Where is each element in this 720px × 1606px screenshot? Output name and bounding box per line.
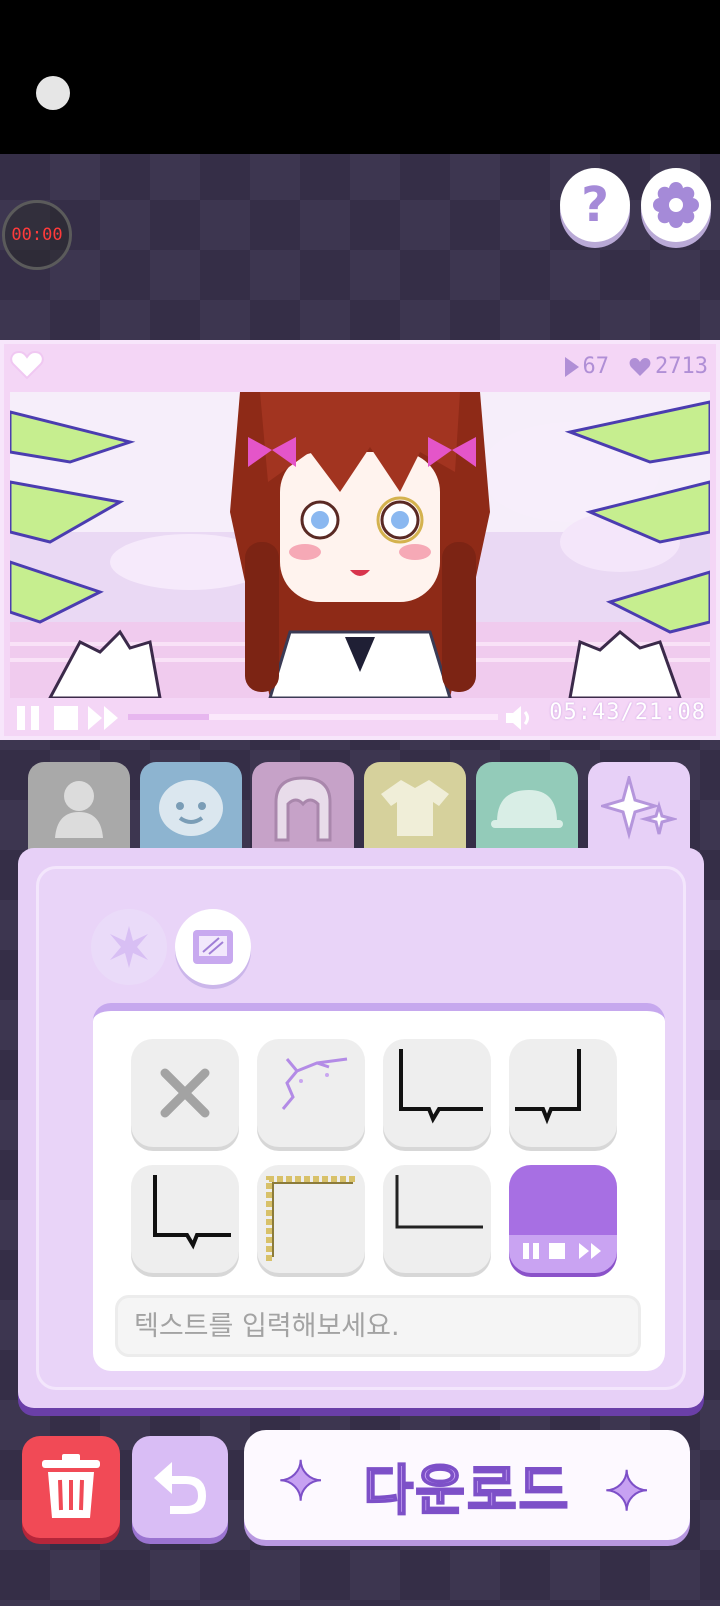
undo-button[interactable] (132, 1436, 228, 1538)
tab-hair[interactable] (252, 762, 354, 854)
simple-frame-icon (395, 1175, 483, 1229)
heart-outline-icon[interactable] (10, 350, 44, 380)
settings-button[interactable] (641, 168, 711, 242)
subtab-effect[interactable] (91, 909, 167, 985)
question-mark-icon: ? (581, 177, 609, 233)
fast-forward-icon[interactable] (88, 704, 120, 732)
effects-panel (18, 848, 704, 1408)
person-silhouette-icon (55, 781, 103, 838)
tab-effects[interactable] (588, 762, 690, 854)
character-illustration (10, 392, 710, 698)
shirt-icon (381, 780, 449, 836)
play-icon (564, 356, 579, 377)
frame-options-card (93, 1003, 665, 1371)
tab-face[interactable] (140, 762, 242, 854)
views-count: 67 (582, 354, 610, 379)
volume-icon[interactable] (504, 704, 534, 732)
option-gold-frame[interactable] (257, 1165, 365, 1273)
playback-time: 05:43/21:08 (549, 700, 706, 725)
status-bar (0, 0, 720, 154)
option-speech-bubble-left[interactable] (383, 1039, 491, 1147)
pause-icon[interactable] (14, 704, 42, 732)
character-preview (10, 392, 710, 698)
tab-clothes[interactable] (364, 762, 466, 854)
text-input[interactable] (115, 1295, 641, 1357)
subtab-frame[interactable] (175, 909, 251, 985)
likes-stat: 2713 (629, 354, 708, 379)
option-none[interactable] (131, 1039, 239, 1147)
tab-body[interactable] (28, 762, 130, 854)
speech-bubble-icon (399, 1049, 483, 1124)
video-preview: 67 2713 05:43/21:08 (0, 340, 720, 740)
sparkle-icon: ✦ (603, 1459, 652, 1524)
effect-star-icon (110, 926, 148, 968)
option-simple-frame[interactable] (383, 1165, 491, 1273)
face-icon (159, 780, 223, 836)
player-frame-icon (509, 1235, 617, 1273)
preview-stats: 67 2713 (564, 354, 708, 379)
effects-panel-inner (36, 866, 686, 1390)
undo-icon (154, 1462, 206, 1514)
hat-icon (491, 790, 563, 828)
trash-icon (42, 1454, 100, 1518)
playback-bar: 05:43/21:08 (4, 698, 716, 738)
gold-frame-icon (266, 1176, 357, 1261)
option-crack-frame[interactable] (257, 1039, 365, 1147)
close-icon (160, 1068, 210, 1118)
stop-icon[interactable] (52, 704, 80, 732)
option-speech-bubble-right[interactable] (509, 1039, 617, 1147)
record-timer-text: 00:00 (11, 225, 63, 245)
crack-frame-icon (281, 1057, 348, 1110)
frame-icon (193, 930, 233, 964)
progress-fill (128, 714, 209, 720)
option-player-frame[interactable] (509, 1165, 617, 1273)
record-timer[interactable]: 00:00 (2, 200, 72, 270)
download-label: 다운로드 (363, 1458, 571, 1523)
heart-icon (629, 357, 651, 376)
speech-bubble-icon (515, 1049, 581, 1125)
gear-icon (653, 182, 699, 228)
progress-track[interactable] (128, 710, 498, 724)
speech-bubble-icon (153, 1175, 231, 1250)
hair-icon (274, 776, 332, 842)
help-button[interactable]: ? (560, 168, 630, 242)
likes-count: 2713 (655, 354, 708, 379)
preview-header: 67 2713 (4, 344, 716, 392)
tab-hat[interactable] (476, 762, 578, 854)
sparkle-icon (601, 776, 677, 840)
sparkle-icon: ✦ (277, 1449, 326, 1514)
option-speech-bubble-bottom[interactable] (131, 1165, 239, 1273)
views-stat: 67 (564, 354, 610, 379)
download-button[interactable]: ✦ ✦ 다운로드 (244, 1430, 690, 1540)
delete-button[interactable] (22, 1436, 120, 1538)
camera-dot-icon (36, 76, 70, 110)
